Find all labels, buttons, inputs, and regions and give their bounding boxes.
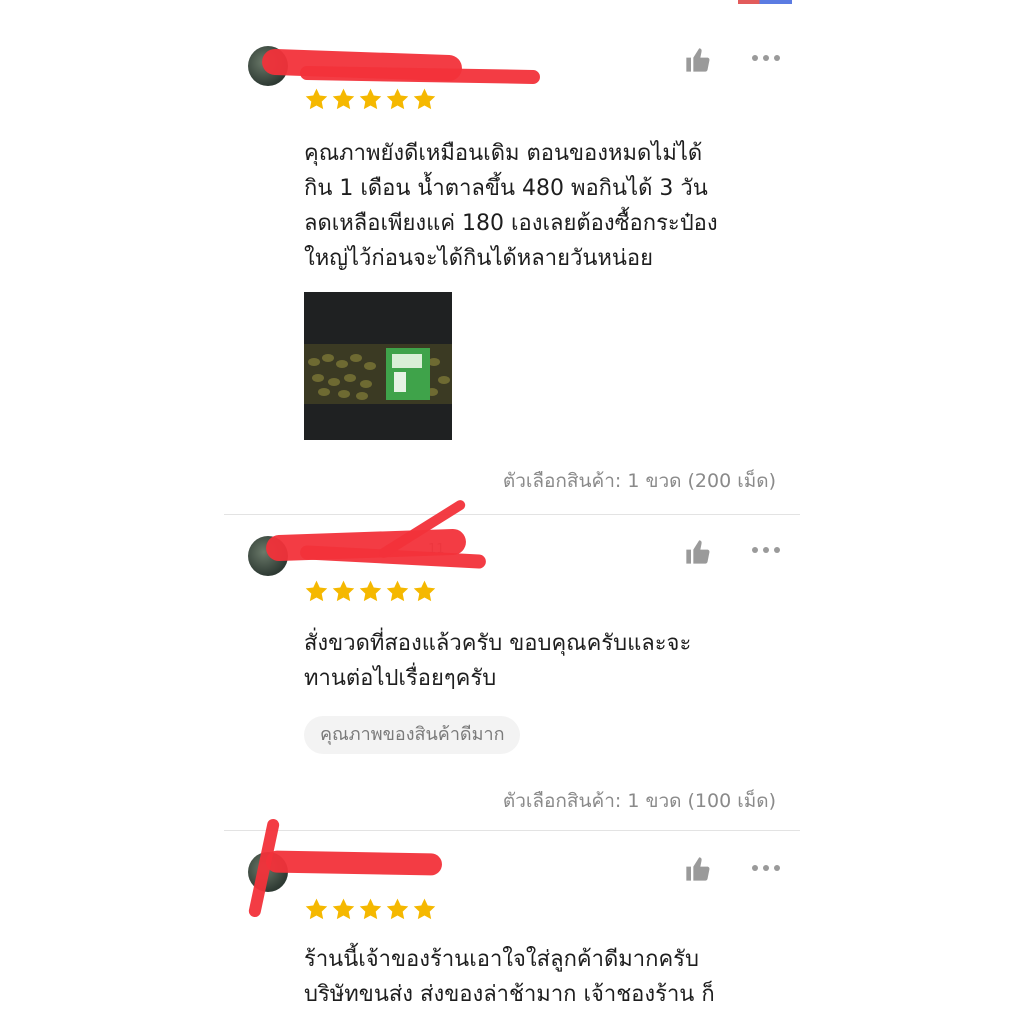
divider [224,830,800,831]
star-icon [413,88,436,110]
star-icon [386,898,409,920]
thumbs-up-icon[interactable] [684,538,712,566]
star-icon [305,88,328,110]
product-variant: ตัวเลือกสินค้า: 1 ขวด (100 เม็ด) [502,790,776,812]
star-icon [413,580,436,602]
review-photo-image [304,292,452,440]
star-icon [386,580,409,602]
header-corner-logo [738,0,792,4]
star-icon [332,580,355,602]
star-icon [359,898,382,920]
quality-tag[interactable]: คุณภาพของสินค้าดีมาก [304,716,521,754]
star-icon [305,898,328,920]
star-icon [386,88,409,110]
review-text: สั่งขวดที่สองแล้วครับ ขอบคุณครับและจะ ทา… [304,631,692,691]
divider [224,514,800,515]
redacted-username [265,850,443,876]
star-icon [332,898,355,920]
thumbs-up-icon[interactable] [684,855,712,883]
star-icon [359,580,382,602]
star-icon [413,898,436,920]
review-text: คุณภาพยังดีเหมือนเดิม ตอนของหมดไม่ได้ กิ… [304,141,718,271]
review-photo[interactable] [304,292,452,440]
star-icon [359,88,382,110]
star-rating [304,87,437,112]
review-text: ร้านนี้เจ้าของร้านเอาใจใส่ลูกค้าดีมากครั… [304,947,715,1007]
star-icon [332,88,355,110]
product-variant: ตัวเลือกสินค้า: 1 ขวด (200 เม็ด) [502,470,776,492]
star-rating [304,897,437,922]
more-dots-icon[interactable] [750,52,782,64]
more-dots-icon[interactable] [750,544,782,556]
redacted-username [299,65,541,85]
star-icon [305,580,328,602]
star-rating [304,579,437,604]
thumbs-up-icon[interactable] [684,46,712,74]
more-dots-icon[interactable] [750,862,782,874]
